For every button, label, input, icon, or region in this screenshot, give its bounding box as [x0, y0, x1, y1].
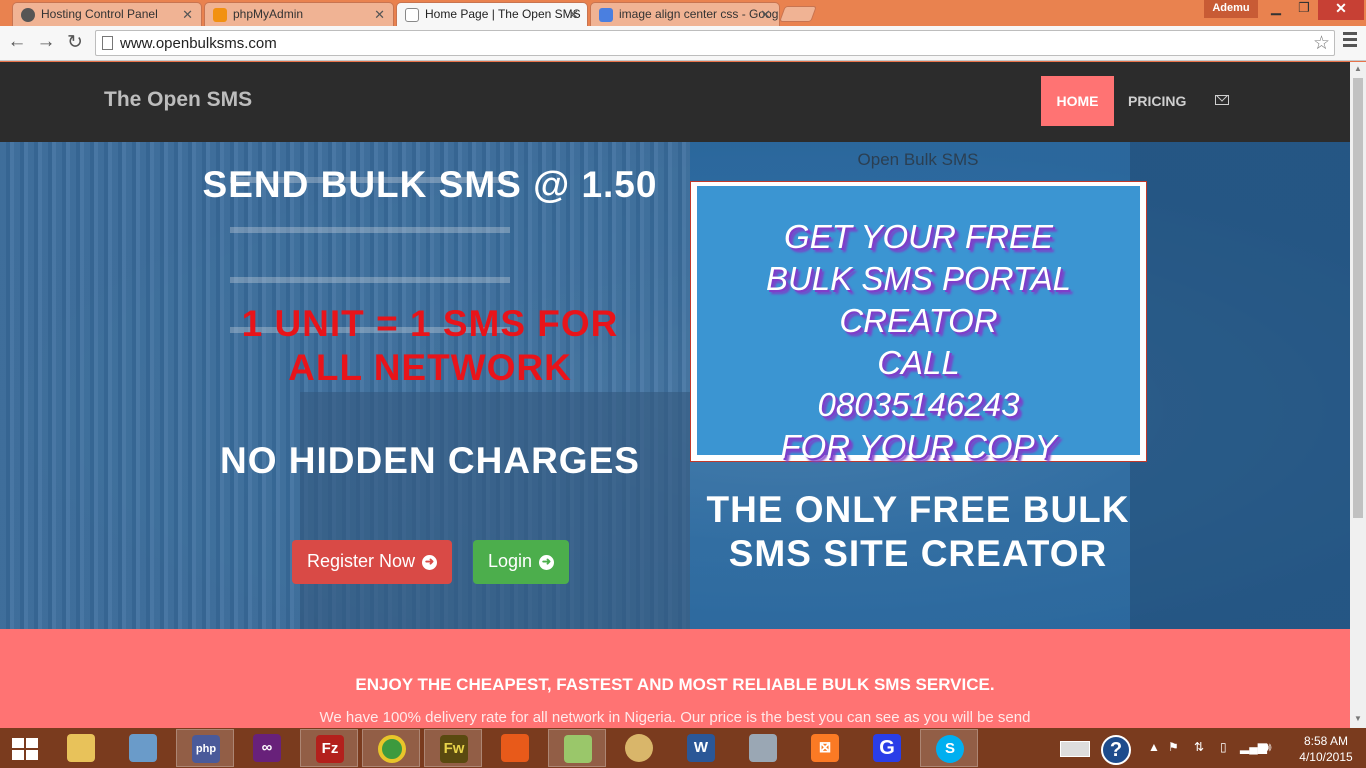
login-button[interactable]: Login ➜	[473, 540, 569, 584]
scroll-thumb[interactable]	[1353, 78, 1363, 518]
browser-titlebar: Hosting Control Panel ✕ phpMyAdmin ✕ Hom…	[0, 0, 1366, 27]
scroll-up-icon[interactable]: ▲	[1350, 64, 1366, 73]
promo-banner-image: GET YOUR FREE BULK SMS PORTAL CREATOR CA…	[690, 181, 1147, 465]
minimize-icon[interactable]: ▁	[1262, 0, 1290, 20]
site-brand[interactable]: The Open SMS	[104, 88, 252, 112]
back-icon[interactable]: ←	[6, 31, 28, 53]
headline-send-bulk-sms: SEND BULK SMS @ 1.50	[202, 164, 658, 205]
phpmyadmin-icon	[213, 8, 227, 22]
keyboard-icon[interactable]	[1060, 741, 1090, 757]
hero-right-shade	[1130, 142, 1350, 629]
tab-google-search[interactable]: image align center css - Google Search ✕	[590, 2, 780, 26]
clock-date[interactable]: 4/10/2015	[1294, 750, 1358, 764]
tab-title: Home Page | The Open SMS	[425, 7, 581, 21]
file-explorer-taskbar-icon[interactable]	[52, 729, 110, 767]
forward-icon[interactable]: →	[35, 31, 57, 53]
promo-caption: Open Bulk SMS	[857, 150, 979, 169]
tab-home-page[interactable]: Home Page | The Open SMS ✕	[396, 2, 588, 27]
calculator-taskbar-icon[interactable]	[734, 729, 792, 767]
tab-close-icon[interactable]: ✕	[374, 7, 385, 23]
page-icon	[102, 36, 113, 50]
headline-no-hidden-charges: NO HIDDEN CHARGES	[220, 440, 640, 481]
web-page: The Open SMS HOME PRICING SEND BULK SMS …	[0, 62, 1350, 728]
hero-desk-shape	[300, 392, 690, 629]
bookmark-star-icon[interactable]: ☆	[1313, 32, 1330, 55]
fireworks-taskbar-icon[interactable]: Fw	[424, 729, 482, 767]
tab-close-icon[interactable]: ✕	[568, 7, 579, 23]
mail-icon[interactable]	[1215, 95, 1229, 105]
tab-phpmyadmin[interactable]: phpMyAdmin ✕	[204, 2, 394, 26]
arrow-circle-right-icon: ➜	[422, 554, 438, 570]
php-designer-taskbar-icon[interactable]: php	[176, 729, 234, 767]
features-text: We have 100% delivery rate for all netwo…	[319, 709, 1031, 726]
chrome-taskbar-icon[interactable]	[362, 729, 420, 767]
paint-taskbar-icon[interactable]	[610, 729, 668, 767]
menu-icon[interactable]	[1343, 32, 1357, 50]
windows-start-icon[interactable]	[12, 738, 38, 760]
profile-name[interactable]: Ademu	[1204, 0, 1258, 18]
promo-line: CALL	[877, 344, 960, 381]
promo-banner-inner: GET YOUR FREE BULK SMS PORTAL CREATOR CA…	[697, 186, 1140, 465]
browser-toolbar: ← → ↻ www.openbulksms.com ☆	[0, 26, 1366, 61]
tray-expand-icon[interactable]: ▲	[1148, 740, 1160, 754]
tab-title: Hosting Control Panel	[41, 7, 158, 21]
action-center-flag-icon[interactable]: ⚑	[1168, 740, 1179, 754]
new-tab-button[interactable]	[779, 6, 817, 22]
page-scrollbar[interactable]: ▲ ▼	[1350, 62, 1366, 728]
notepad-plus-taskbar-icon[interactable]	[548, 729, 606, 767]
promo-line: FOR YOUR COPY	[780, 428, 1057, 465]
restore-icon[interactable]: ❐	[1290, 0, 1318, 20]
features-section: ENJOY THE CHEAPEST, FASTEST AND MOST REL…	[0, 629, 1350, 728]
address-bar[interactable]: www.openbulksms.com ☆	[95, 30, 1335, 56]
close-window-icon[interactable]: ✕	[1318, 0, 1364, 20]
nav-pricing-link[interactable]: PRICING	[1128, 93, 1186, 109]
signal-icon[interactable]: ▂▄▆	[1240, 740, 1267, 754]
stack-app-taskbar-icon[interactable]	[114, 729, 172, 767]
features-heading: ENJOY THE CHEAPEST, FASTEST AND MOST REL…	[355, 675, 995, 694]
visual-studio-taskbar-icon[interactable]: ∞	[238, 729, 296, 767]
headline-only-free-creator: THE ONLY FREE BULK SMS SITE CREATOR	[706, 489, 1130, 574]
google-icon	[599, 8, 613, 22]
tab-hosting-control-panel[interactable]: Hosting Control Panel ✕	[12, 2, 202, 26]
arrow-circle-right-icon: ➜	[539, 554, 555, 570]
battery-icon[interactable]: ▯	[1220, 740, 1227, 754]
page-icon	[405, 8, 419, 22]
promo-line: 08035146243	[817, 386, 1020, 423]
filezilla-taskbar-icon[interactable]: Fz	[300, 729, 358, 767]
scroll-down-icon[interactable]: ▼	[1350, 714, 1366, 723]
tab-close-icon[interactable]: ✕	[182, 7, 193, 23]
xampp-taskbar-icon[interactable]: ⊠	[796, 729, 854, 767]
skype-taskbar-icon[interactable]: S	[920, 729, 978, 767]
volume-icon[interactable]: 🔊︎	[1264, 740, 1272, 755]
headline-unit-price: 1 UNIT = 1 SMS FOR ALL NETWORK	[241, 303, 619, 388]
login-label: Login	[487, 551, 533, 571]
tab-title: image align center css - Google Search	[619, 7, 779, 21]
nav-home-link[interactable]: HOME	[1041, 76, 1114, 126]
word-taskbar-icon[interactable]: W	[672, 729, 730, 767]
promo-line: GET YOUR FREE	[784, 218, 1053, 255]
g-app-taskbar-icon[interactable]: G	[858, 729, 916, 767]
register-label: Register Now	[306, 551, 416, 571]
promo-line: BULK SMS PORTAL CREATOR	[765, 260, 1072, 339]
clock-time[interactable]: 8:58 AM	[1296, 734, 1356, 748]
register-button[interactable]: Register Now ➜	[292, 540, 452, 584]
office-app-taskbar-icon[interactable]	[486, 729, 544, 767]
tab-close-icon[interactable]: ✕	[760, 7, 771, 23]
url-text[interactable]: www.openbulksms.com	[120, 35, 277, 52]
help-icon[interactable]: ?	[1101, 735, 1131, 765]
hero-section: SEND BULK SMS @ 1.50 1 UNIT = 1 SMS FOR …	[0, 142, 1350, 629]
sync-icon[interactable]: ⇅	[1194, 740, 1204, 754]
site-navbar: The Open SMS HOME PRICING	[0, 62, 1350, 142]
reload-icon[interactable]: ↻	[64, 31, 86, 54]
windows-taskbar: php ∞ Fz Fw W ⊠ G S ? ▲ ⚑ ⇅ ▯ ▂▄▆ 🔊︎ 8:5…	[0, 728, 1366, 768]
cpanel-icon	[21, 8, 35, 22]
tab-title: phpMyAdmin	[233, 7, 304, 21]
